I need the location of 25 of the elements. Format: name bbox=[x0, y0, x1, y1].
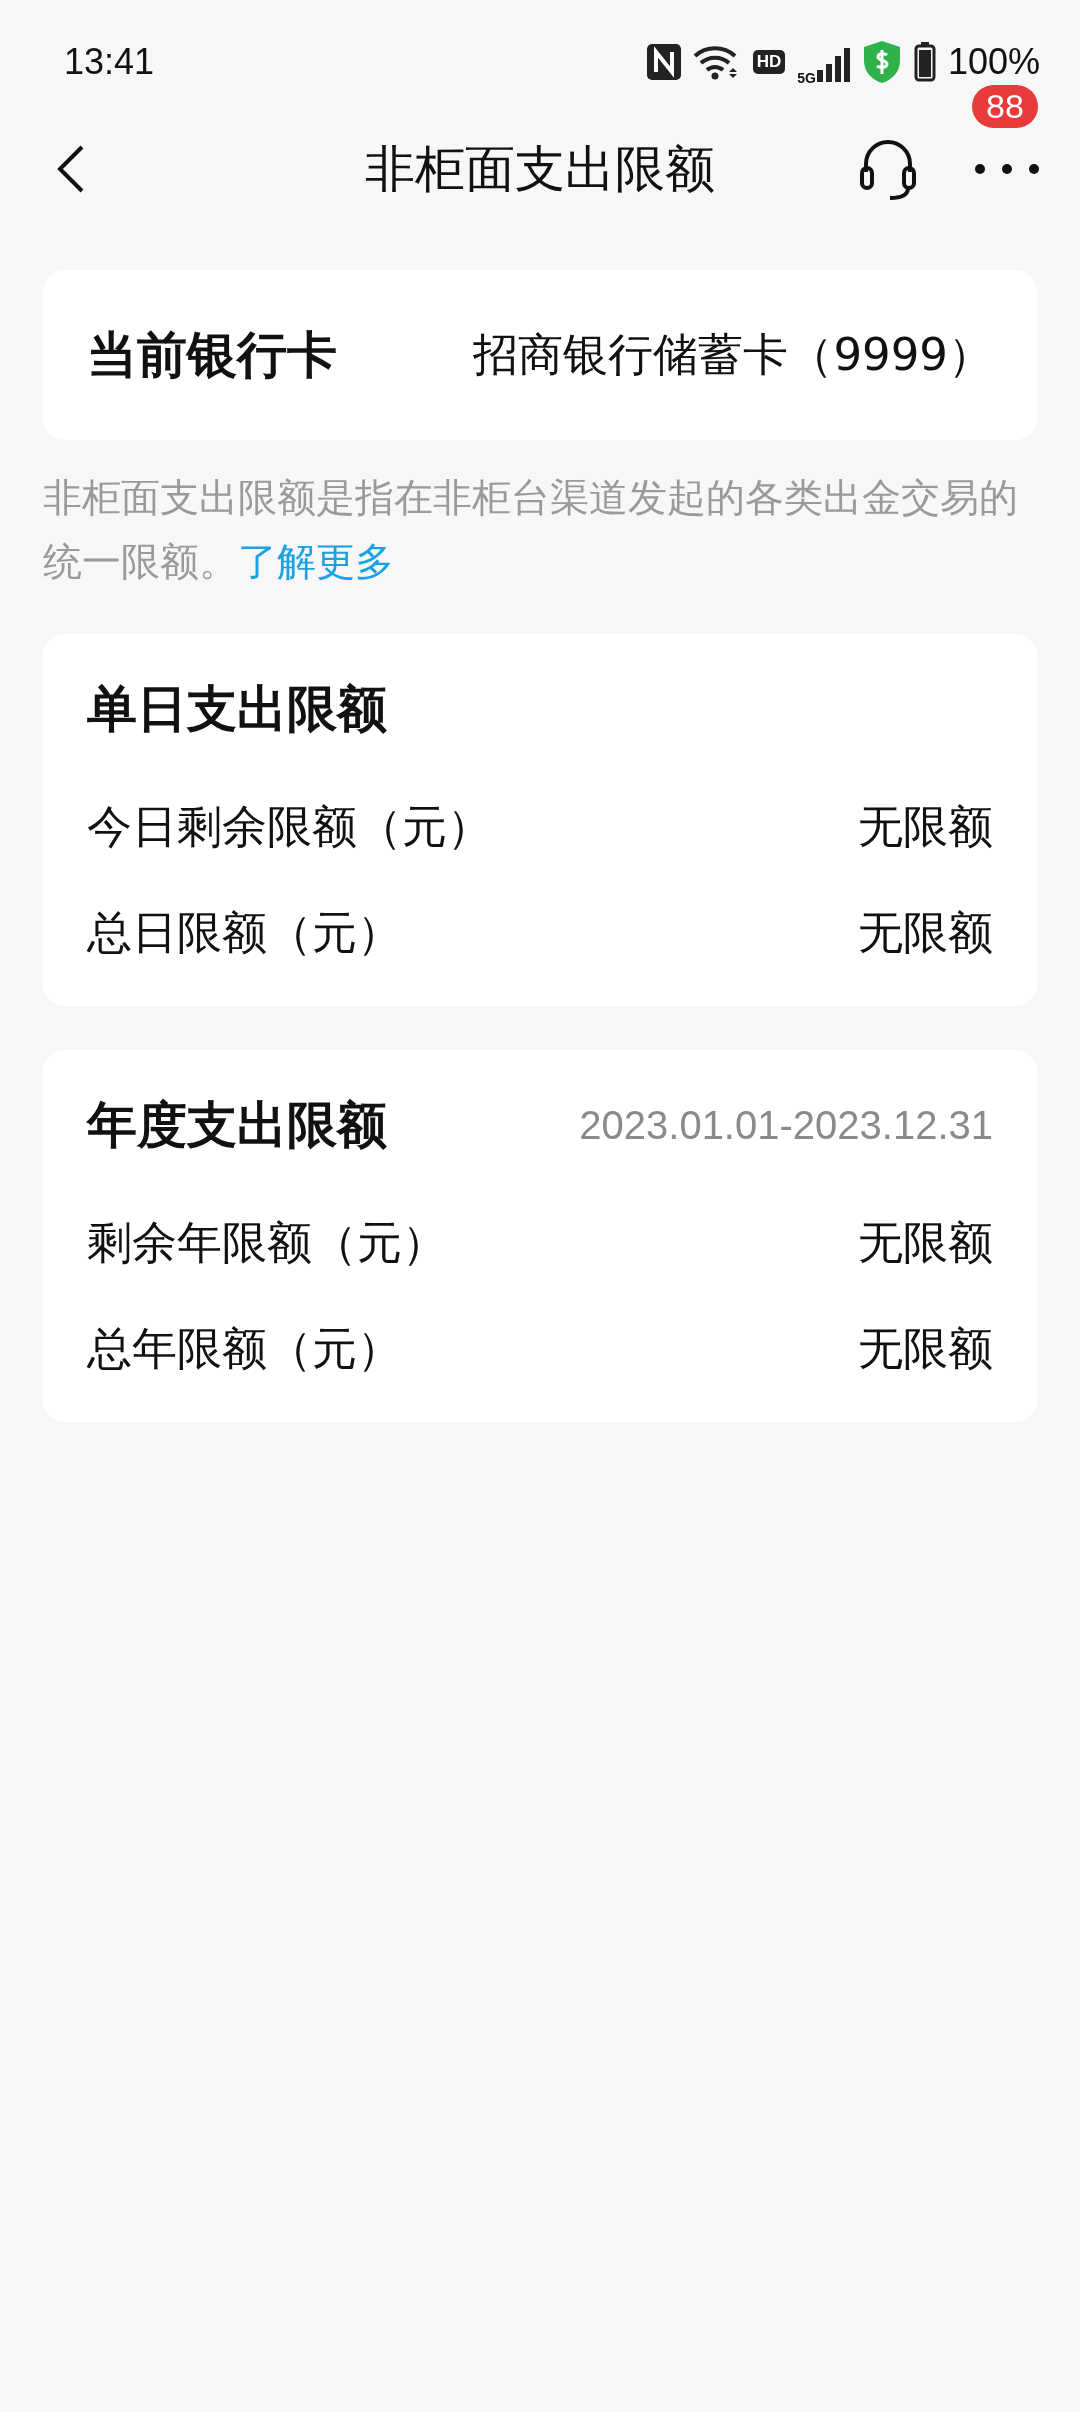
period-text: 2023.01.01-2023.12.31 bbox=[579, 1102, 993, 1148]
nfc-icon bbox=[646, 44, 681, 80]
limit-label: 总年限额（元） bbox=[87, 1321, 402, 1377]
description-text: 非柜面支出限额是指在非柜台渠道发起的各类出金交易的统一限额。了解更多 bbox=[42, 474, 1019, 586]
signal-icon bbox=[815, 46, 850, 82]
limit-value: 无限额 bbox=[858, 799, 993, 855]
limit-label: 今日剩余限额（元） bbox=[87, 799, 492, 855]
bank-card-panel[interactable]: 当前银行卡 招商银行储蓄卡（9999） bbox=[43, 270, 1037, 440]
hd-icon: HD bbox=[752, 50, 786, 74]
battery-icon bbox=[913, 42, 936, 82]
card-value: 招商银行储蓄卡（9999） bbox=[473, 327, 993, 383]
limit-value: 无限额 bbox=[858, 905, 993, 961]
limit-value: 无限额 bbox=[858, 1321, 993, 1377]
section-title: 年度支出限额 bbox=[87, 1094, 387, 1156]
limit-label: 总日限额（元） bbox=[87, 905, 402, 961]
limit-label: 剩余年限额（元） bbox=[87, 1215, 447, 1271]
limit-value: 无限额 bbox=[858, 1215, 993, 1271]
notification-badge: 88 bbox=[972, 85, 1038, 128]
section-title: 单日支出限额 bbox=[87, 678, 387, 740]
status-time: 13:41 bbox=[64, 41, 156, 83]
battery-level: 100% bbox=[947, 41, 1040, 83]
network-label: 5G bbox=[797, 70, 816, 86]
card-label: 当前银行卡 bbox=[87, 324, 337, 386]
page-title: 非柜面支出限额 bbox=[365, 139, 715, 198]
shield-icon bbox=[861, 40, 902, 84]
